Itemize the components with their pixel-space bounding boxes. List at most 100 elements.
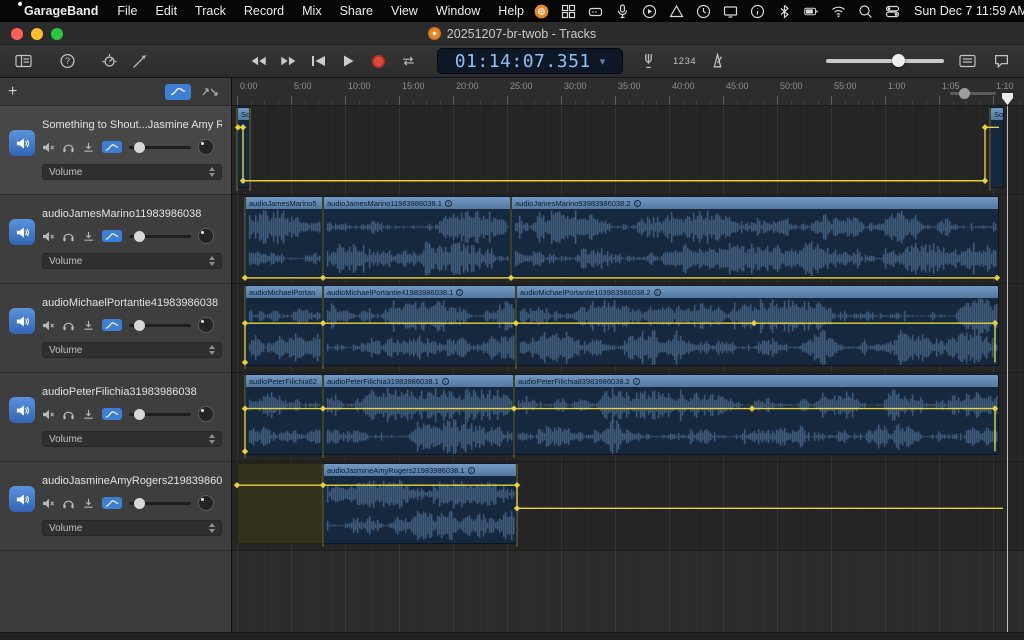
audio-region[interactable]: So	[990, 107, 1004, 188]
audio-region[interactable]: audioMichaelPortan	[245, 285, 323, 366]
region-title-bar[interactable]: audioJamesMarino5	[246, 197, 322, 209]
pan-knob[interactable]	[198, 317, 214, 333]
track-automation-toggle[interactable]	[102, 497, 122, 509]
track-automation-toggle[interactable]	[102, 230, 122, 242]
go-to-beginning-button[interactable]	[306, 51, 331, 71]
track-header[interactable]: audioJasmineAmyRogers21983986038 Volume	[0, 462, 231, 551]
empty-lane-area[interactable]	[232, 551, 1024, 632]
track-name[interactable]: audioPeterFilichia31983986038	[42, 386, 222, 398]
prism-icon[interactable]	[668, 3, 684, 19]
solo-headphones-button[interactable]	[62, 409, 75, 420]
region-title-bar[interactable]: audioPeterFilichia62	[246, 375, 322, 387]
automation-selection-region[interactable]	[237, 463, 323, 544]
automation-parameter-select[interactable]: Volume	[42, 520, 222, 536]
zoom-slider[interactable]	[950, 88, 996, 99]
track-name[interactable]: audioJasmineAmyRogers21983986038	[42, 475, 222, 487]
quick-help-bubble-icon[interactable]	[990, 50, 1012, 72]
track-header[interactable]: audioPeterFilichia31983986038 Volume	[0, 373, 231, 462]
track-lane[interactable]: audioMichaelPortan audioMichaelPortantie4…	[232, 284, 1024, 373]
grid-icon[interactable]	[560, 3, 576, 19]
track-volume-knob[interactable]	[134, 408, 145, 420]
search-icon[interactable]	[857, 3, 873, 19]
audio-region[interactable]: audioPeterFilichia83983986038.2 i	[514, 374, 999, 455]
track-header[interactable]: audioMichaelPortantie41983986038 Volume	[0, 284, 231, 373]
track-speaker-icon[interactable]	[9, 308, 35, 334]
play-circle-icon[interactable]	[641, 3, 657, 19]
track-volume-slider[interactable]	[129, 230, 191, 242]
input-monitor-button[interactable]	[82, 498, 95, 509]
track-volume-slider[interactable]	[129, 497, 191, 509]
audio-region[interactable]: audioPeterFilichia31983986038.1 i	[323, 374, 514, 455]
playhead-line[interactable]	[1007, 106, 1008, 632]
menu-window[interactable]: Window	[427, 4, 489, 18]
track-automation-toggle[interactable]	[102, 141, 122, 153]
track-volume-knob[interactable]	[134, 497, 145, 509]
master-volume-slider[interactable]	[826, 54, 945, 67]
menu-view[interactable]: View	[382, 4, 427, 18]
solo-headphones-button[interactable]	[62, 142, 75, 153]
region-info-icon[interactable]: i	[456, 288, 464, 296]
track-name[interactable]: audioJamesMarino11983986038	[42, 208, 222, 220]
solo-headphones-button[interactable]	[62, 231, 75, 242]
region-info-icon[interactable]: i	[467, 466, 475, 474]
track-automation-toggle[interactable]	[102, 319, 122, 331]
region-title-bar[interactable]: So	[238, 108, 249, 120]
metronome-icon[interactable]	[706, 50, 728, 72]
region-info-icon[interactable]: i	[633, 199, 641, 207]
quick-help-question-icon[interactable]: ?	[56, 50, 78, 72]
track-volume-knob[interactable]	[134, 230, 145, 242]
track-volume-slider[interactable]	[129, 141, 191, 153]
pan-knob[interactable]	[198, 495, 214, 511]
pan-knob[interactable]	[198, 406, 214, 422]
track-volume-slider[interactable]	[129, 319, 191, 331]
track-speaker-icon[interactable]	[9, 130, 35, 156]
audio-region[interactable]: So	[237, 107, 250, 188]
audio-region[interactable]: audioMichaelPortantie41983986038.1 i	[323, 285, 516, 366]
mute-button[interactable]	[42, 498, 55, 509]
pan-knob[interactable]	[198, 139, 214, 155]
show-automation-button[interactable]	[165, 83, 191, 100]
menu-mix[interactable]: Mix	[293, 4, 330, 18]
control-center-icon[interactable]	[884, 3, 900, 19]
menu-track[interactable]: Track	[186, 4, 235, 18]
region-title-bar[interactable]: audioPeterFilichia83983986038.2 i	[515, 375, 998, 387]
audio-region[interactable]: audioJamesMarino93983986038.2 i	[511, 196, 999, 277]
rewind-button[interactable]	[246, 51, 271, 71]
mic-icon[interactable]	[614, 3, 630, 19]
add-track-button[interactable]: +	[8, 83, 17, 100]
tuner-icon[interactable]	[637, 50, 659, 72]
library-toggle-icon[interactable]	[12, 50, 34, 72]
forward-button[interactable]	[276, 51, 301, 71]
menu-share[interactable]: Share	[331, 4, 382, 18]
mute-button[interactable]	[42, 142, 55, 153]
master-volume-knob[interactable]	[892, 54, 906, 67]
zoom-slider-knob[interactable]	[959, 88, 970, 99]
clock-icon[interactable]	[695, 3, 711, 19]
audio-region[interactable]: audioJasmineAmyRogers21983986038.1 i	[323, 463, 517, 544]
input-monitor-button[interactable]	[82, 320, 95, 331]
automation-parameter-select[interactable]: Volume	[42, 431, 222, 447]
display-mode-icon[interactable]	[956, 50, 978, 72]
audio-region[interactable]: audioPeterFilichia62	[245, 374, 323, 455]
battery-icon[interactable]	[803, 3, 819, 19]
region-info-icon[interactable]: i	[441, 377, 449, 385]
track-speaker-icon[interactable]	[9, 486, 35, 512]
menu-help[interactable]: Help	[489, 4, 533, 18]
docker-icon[interactable]	[587, 3, 603, 19]
region-title-bar[interactable]: audioMichaelPortantie103983986038.2 i	[517, 286, 998, 298]
track-lane[interactable]: audioJasmineAmyRogers21983986038.1 i	[232, 462, 1024, 551]
solo-headphones-button[interactable]	[62, 320, 75, 331]
record-button[interactable]	[366, 51, 391, 71]
smart-controls-icon[interactable]	[98, 50, 120, 72]
automation-parameter-select[interactable]: Volume	[42, 342, 222, 358]
track-header[interactable]: audioJamesMarino11983986038 Volume	[0, 195, 231, 284]
region-info-icon[interactable]: i	[653, 288, 661, 296]
automation-mode-button[interactable]	[197, 84, 223, 100]
bottom-scrollbar-area[interactable]	[0, 632, 1024, 640]
lcd-display[interactable]: 01:14:07.351 ▾	[437, 48, 623, 74]
mute-button[interactable]	[42, 320, 55, 331]
track-lane[interactable]: audioJamesMarino5 audioJamesMarino1198398…	[232, 195, 1024, 284]
track-lane[interactable]: audioPeterFilichia62 audioPeterFilichia31…	[232, 373, 1024, 462]
record-badge-icon[interactable]	[533, 3, 549, 19]
track-name[interactable]: audioMichaelPortantie41983986038	[42, 297, 222, 309]
